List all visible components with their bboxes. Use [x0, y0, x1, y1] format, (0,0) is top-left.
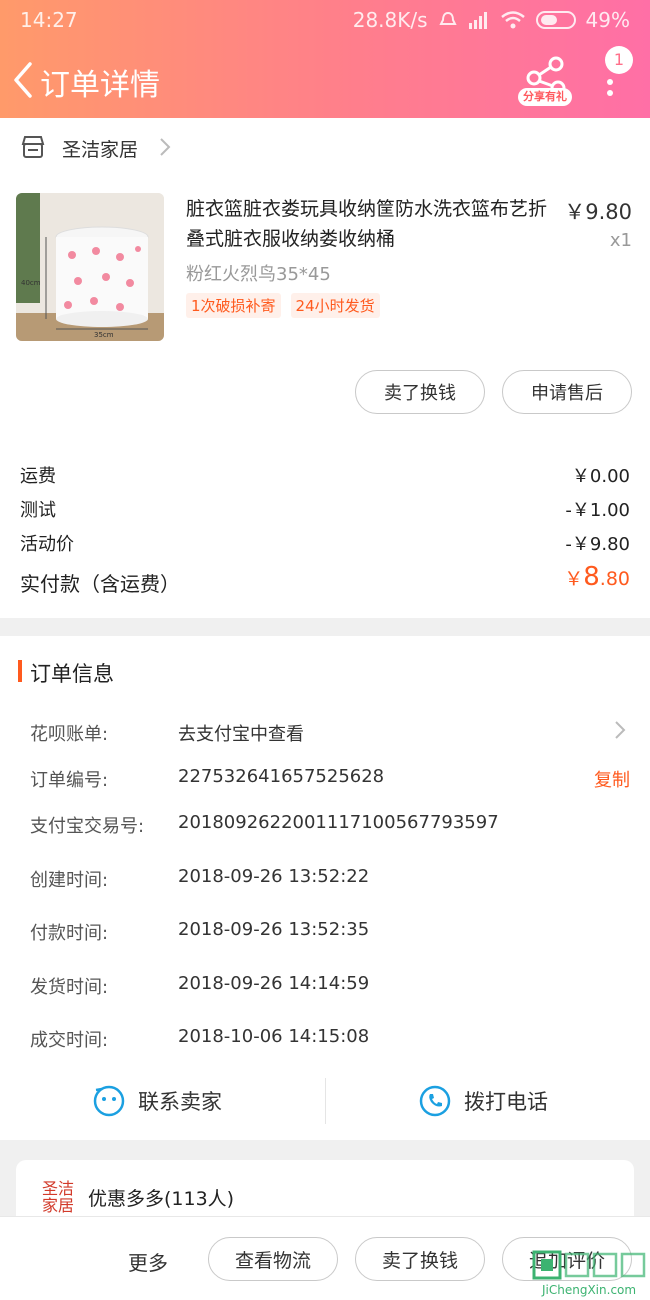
product-price: ￥9.80 [564, 200, 632, 224]
service-tag: 24小时发货 [290, 293, 380, 318]
contact-row: 联系卖家 拨打电话 [0, 1066, 650, 1140]
total-decimal: .80 [599, 568, 630, 590]
alipay-trade-label: 支付宝交易号: [30, 816, 145, 837]
contact-seller-label: 联系卖家 [138, 1090, 222, 1114]
alarm-icon [438, 11, 457, 25]
share-gift-badge[interactable]: 分享有礼 [518, 88, 572, 106]
battery-icon [535, 11, 576, 29]
status-bar: 14:27 28.8K/s 49% [0, 6, 650, 36]
fee-row-test: 测试 -￥1.00 [20, 496, 630, 522]
total-label: 实付款（含运费） [20, 572, 180, 596]
chevron-right-icon [160, 138, 171, 156]
product-variant: 粉红火烈鸟35*45 [186, 264, 331, 285]
after-sale-button[interactable]: 申请售后 [502, 370, 632, 414]
wifi-icon [500, 11, 525, 29]
fee-row-shipping: 运费 ￥0.00 [20, 462, 630, 488]
paid-time-value: 2018-09-26 13:52:35 [178, 919, 370, 940]
completed-time-label: 成交时间: [30, 1030, 109, 1051]
watermark-text: JiChengXin.com [541, 1283, 636, 1297]
product-section: 40cm 35cm 脏衣篮脏衣娄玩具收纳筐防水洗衣篮布艺折叠式脏衣服收纳娄收纳桶… [0, 178, 650, 618]
service-tag: 1次破损补寄 [186, 293, 281, 318]
fee-value: ￥0.00 [571, 466, 630, 487]
fee-label: 活动价 [20, 534, 74, 555]
order-info-section: 订单信息 花呗账单: 去支付宝中查看 订单编号: 227532641657525… [0, 636, 650, 1140]
total-currency: ￥ [564, 568, 584, 590]
total-main: 8 [583, 562, 600, 592]
call-phone-button[interactable]: 拨打电话 [418, 1084, 548, 1118]
shipped-time-label: 发货时间: [30, 977, 109, 998]
fee-label: 运费 [20, 466, 56, 487]
watermark-logo: JiChengXin.com [532, 1250, 646, 1297]
recommend-text: 优惠多多(113人) [88, 1188, 235, 1210]
call-phone-label: 拨打电话 [464, 1090, 548, 1114]
view-logistics-button[interactable]: 查看物流 [208, 1237, 338, 1281]
product-name[interactable]: 脏衣篮脏衣娄玩具收纳筐防水洗衣篮布艺折叠式脏衣服收纳娄收纳桶 [186, 194, 556, 254]
shop-name[interactable]: 圣洁家居 [62, 135, 138, 162]
notification-badge[interactable]: 1 [605, 46, 633, 74]
laundry-basket-illustration: 40cm 35cm [16, 193, 164, 341]
more-button[interactable]: 更多 [128, 1247, 168, 1276]
order-info-title: 订单信息 [30, 662, 114, 686]
shop-icon [21, 136, 45, 158]
alipay-trade-value: 2018092622001117100567793597 [178, 812, 499, 833]
huabei-value[interactable]: 去支付宝中查看 [178, 720, 304, 746]
created-time-label: 创建时间: [30, 870, 109, 891]
paid-time-label: 付款时间: [30, 923, 109, 944]
product-quantity: x1 [609, 230, 632, 251]
status-time: 14:27 [20, 8, 78, 32]
fee-label: 测试 [20, 500, 56, 521]
sell-for-cash-button[interactable]: 卖了换钱 [355, 370, 485, 414]
network-speed: 28.8K/s [352, 8, 428, 32]
shop-row[interactable]: 圣洁家居 [0, 118, 650, 178]
order-number-value: 227532641657525628 [178, 766, 385, 787]
image-height-label: 40cm [21, 279, 41, 287]
battery-level: 49% [585, 8, 630, 32]
sell-for-cash-button-bottom[interactable]: 卖了换钱 [355, 1237, 485, 1281]
huabei-label: 花呗账单: [30, 724, 109, 745]
back-arrow-icon[interactable] [10, 60, 40, 100]
page-title: 订单详情 [40, 68, 160, 103]
divider [325, 1078, 326, 1124]
fee-value: -￥9.80 [565, 534, 630, 555]
order-number-label: 订单编号: [30, 770, 109, 791]
section-accent-bar [18, 660, 22, 682]
contact-seller-button[interactable]: 联系卖家 [92, 1084, 222, 1118]
chat-face-icon [93, 1085, 125, 1117]
copy-button[interactable]: 复制 [594, 766, 630, 792]
fee-value: -￥1.00 [565, 500, 630, 521]
fee-row-promo: 活动价 -￥9.80 [20, 530, 630, 556]
app-header: 14:27 28.8K/s 49% 订单详情 分享有礼 1 [0, 0, 650, 118]
total-paid-row: 实付款（含运费） ￥8.80 [20, 562, 630, 597]
total-amount: ￥8.80 [564, 562, 630, 592]
signal-icon [468, 12, 487, 29]
shop-logo: 圣洁家居 [42, 1179, 75, 1215]
created-time-value: 2018-09-26 13:52:22 [178, 866, 370, 887]
product-image[interactable]: 40cm 35cm [16, 193, 164, 341]
chevron-right-icon[interactable] [614, 720, 626, 740]
image-width-label: 35cm [94, 331, 114, 339]
completed-time-value: 2018-10-06 14:15:08 [178, 1026, 370, 1047]
phone-icon [419, 1085, 451, 1117]
shipped-time-value: 2018-09-26 14:14:59 [178, 973, 370, 994]
